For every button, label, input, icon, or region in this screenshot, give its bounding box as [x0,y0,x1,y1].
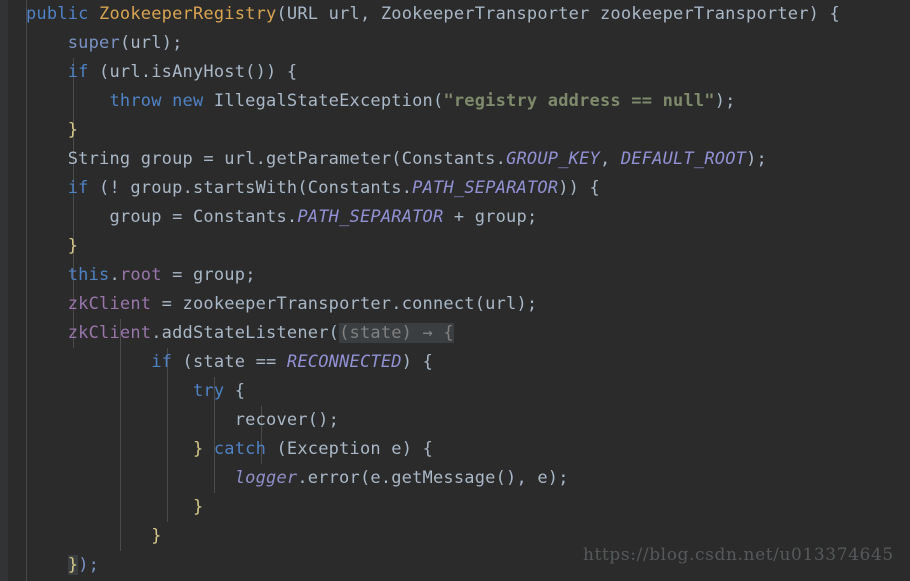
code-line-11[interactable]: zkClient = zookeeperTransporter.connect(… [26,290,537,319]
code-line-2[interactable]: super(url); [26,29,183,58]
token-method: getParameter [266,149,392,169]
token-method: recover [234,410,308,430]
token-brace: } [192,439,204,459]
token-brace: } [151,526,162,546]
token-brace-matched: } [67,555,79,575]
code-line-17[interactable]: logger.error(e.getMessage(), e); [26,464,569,493]
token-keyword: try [192,381,225,401]
token-keyword: if [151,352,173,372]
token-method: startsWith [193,178,298,198]
token-static-constant: GROUP_KEY [506,149,600,169]
token-string-literal: "registry address == null" [443,91,715,111]
token-instance-field: zkClient [67,323,152,343]
code-line-5[interactable]: } [26,116,78,145]
token-static-field: logger [234,468,298,488]
code-line-7[interactable]: if (! group.startsWith(Constants.PATH_SE… [26,174,600,203]
code-line-12[interactable]: zkClient.addStateListener((state) → { [26,319,454,348]
token-keyword: catch [213,439,267,459]
code-lines-container[interactable]: public ZookeeperRegistry(URL url, Zookee… [0,0,910,581]
token-type: IllegalStateException [213,91,433,111]
code-line-18[interactable]: } [26,493,203,522]
token-static-constant: DEFAULT_ROOT [620,149,747,169]
token-type: Exception [286,439,381,459]
token-type: Constants [307,178,402,198]
token-class-name: ZookeeperRegistry [99,4,277,24]
token-method: super [67,33,120,53]
token-method: addStateListener [161,323,329,343]
token-keyword: new [172,91,204,111]
token-param: zookeeperTransporter [599,4,809,24]
code-line-8[interactable]: group = Constants.PATH_SEPARATOR + group… [26,203,537,232]
token-static-constant: RECONNECTED [286,352,402,372]
token-brace: } [192,497,204,517]
csdn-watermark: https://blog.csdn.net/u013374645 [583,545,894,565]
code-line-16[interactable]: } catch (Exception e) { [26,435,433,464]
code-line-6[interactable]: String group = url.getParameter(Constant… [26,145,767,174]
token-static-constant: PATH_SEPARATOR [297,207,444,227]
code-line-3[interactable]: if (url.isAnyHost()) { [26,58,297,87]
token-keyword: if [67,62,89,82]
token-keyword: public [26,4,89,24]
code-line-4[interactable]: throw new IllegalStateException("registr… [26,87,736,116]
code-line-14[interactable]: try { [26,377,245,406]
token-type: Constants [192,207,287,227]
token-type: Constants [401,149,496,169]
token-method: error [307,468,360,488]
token-method: connect [401,294,475,314]
code-line-20[interactable]: }); [26,551,99,580]
token-keyword: if [67,178,89,198]
code-line-13[interactable]: if (state == RECONNECTED) { [26,348,433,377]
token-type: String [67,149,131,169]
code-line-9[interactable]: } [26,232,78,261]
token-method: isAnyHost [151,62,246,82]
token-brace: } [67,120,79,140]
token-instance-field: root [119,265,162,285]
token-param: url [328,4,360,24]
lambda-folding-region[interactable]: (state) → { [339,323,454,343]
token-type: URL [286,4,319,24]
token-method: getMessage [391,468,496,488]
token-type: ZookeeperTransporter [380,4,590,24]
token-keyword: this [67,265,110,285]
token-static-constant: PATH_SEPARATOR [412,178,559,198]
code-editor-viewport: public ZookeeperRegistry(URL url, Zookee… [0,0,910,581]
code-line-10[interactable]: this.root = group; [26,261,256,290]
token-instance-field: zkClient [67,294,152,314]
code-line-15[interactable]: recover(); [26,406,339,435]
code-line-19[interactable]: } [26,522,162,551]
token-keyword: throw [109,91,162,111]
code-line-1[interactable]: public ZookeeperRegistry(URL url, Zookee… [26,0,840,29]
token-brace: } [67,236,79,256]
